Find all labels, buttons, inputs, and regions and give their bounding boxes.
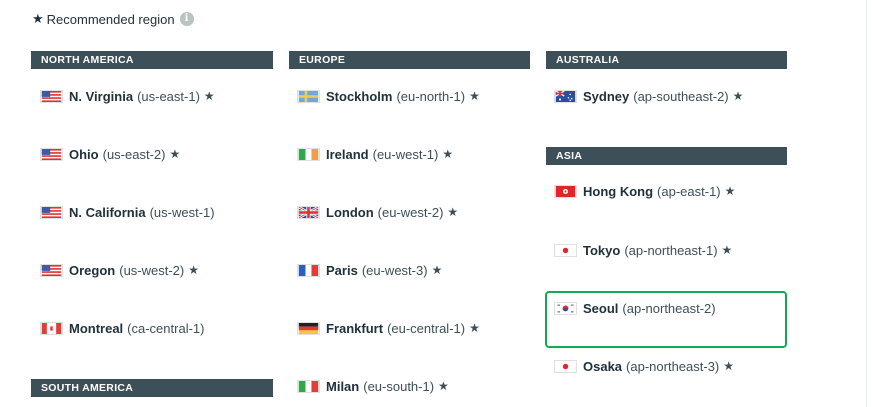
section-header-asia: ASIA [546,147,787,165]
region-name: N. California [69,204,146,220]
region-code: (ap-northeast-1) [624,242,718,258]
section-header-south-america: SOUTH AMERICA [31,379,273,397]
section-header-north-america: NORTH AMERICA [31,51,273,69]
region-name: Ohio [69,146,99,162]
region-option-ireland[interactable]: Ireland (eu-west-1) ★ [297,144,453,164]
recommended-star-icon: ★ [203,89,215,103]
us-flag-icon [40,89,63,103]
region-option-milan[interactable]: Milan (eu-south-1) ★ [297,376,449,396]
us-flag-icon [40,263,63,277]
panel-border [866,0,867,407]
region-option-oregon[interactable]: Oregon (us-west-2) ★ [40,260,199,280]
us-flag-icon [40,147,63,161]
region-option-n-california[interactable]: N. California (us-west-1) [40,202,215,222]
region-name: Hong Kong [583,183,654,199]
italy-flag-icon [297,379,320,393]
section-header-europe: EUROPE [289,51,530,69]
region-code: (eu-south-1) [363,378,435,394]
region-name: Oregon [69,262,116,278]
recommended-star-icon: ★ [732,89,744,103]
sweden-flag-icon [297,89,320,103]
region-name: Stockholm [326,88,393,104]
region-code: (ap-southeast-2) [633,88,729,104]
hong-kong-flag-icon [554,184,577,198]
info-icon[interactable]: i [179,12,194,26]
region-name: Milan [326,378,360,394]
recommended-star-icon: ★ [442,147,454,161]
uk-flag-icon [297,205,320,219]
region-option-paris[interactable]: Paris (eu-west-3) ★ [297,260,442,280]
region-code: (us-west-2) [119,262,185,278]
region-code: (eu-central-1) [387,320,466,336]
region-code: (ap-northeast-2) [622,300,716,316]
region-option-montreal[interactable]: Montreal (ca-central-1) [40,318,204,338]
australia-flag-icon [554,89,577,103]
region-code: (us-west-1) [149,204,215,220]
japan-flag-icon [554,243,577,257]
recommended-star-icon: ★ [188,263,200,277]
region-name: Sydney [583,88,630,104]
france-flag-icon [297,263,320,277]
region-code: (ap-east-1) [657,183,721,199]
us-flag-icon [40,205,63,219]
canada-flag-icon [40,321,63,335]
region-option-sydney[interactable]: Sydney (ap-southeast-2) ★ [554,86,743,106]
recommended-legend: ★ Recommended region i [32,11,194,27]
recommended-star-icon: ★ [438,379,449,393]
recommended-star-icon: ★ [169,147,181,161]
region-option-london[interactable]: London (eu-west-2) ★ [297,202,458,222]
ireland-flag-icon [297,147,320,161]
region-name: Osaka [583,358,623,374]
region-option-osaka[interactable]: Osaka (ap-northeast-3) ★ [554,356,734,376]
region-option-seoul[interactable]: Seoul (ap-northeast-2) [554,298,716,318]
region-code: (ap-northeast-3) [626,358,720,374]
region-code: (us-east-1) [137,88,200,104]
japan-flag-icon [554,359,577,373]
region-option-ohio[interactable]: Ohio (us-east-2) ★ [40,144,180,164]
region-name: Montreal [69,320,124,336]
section-header-australia: AUSTRALIA [546,51,787,69]
recommended-star-icon: ★ [723,359,735,373]
recommended-star-icon: ★ [724,184,736,198]
region-name: Seoul [583,300,619,316]
region-name: Frankfurt [326,320,384,336]
region-code: (eu-west-2) [377,204,444,220]
region-name: London [326,204,374,220]
region-code: (eu-west-3) [361,262,428,278]
star-icon: ★ [32,11,44,26]
legend-label: Recommended region [46,11,175,27]
region-code: (us-east-2) [102,146,166,162]
region-name: Ireland [326,146,369,162]
region-option-tokyo[interactable]: Tokyo (ap-northeast-1) ★ [554,240,732,260]
region-code: (ca-central-1) [127,320,205,336]
recommended-star-icon: ★ [469,89,480,103]
recommended-star-icon: ★ [469,321,480,335]
south-korea-flag-icon [554,301,577,315]
recommended-star-icon: ★ [431,263,443,277]
region-option-hong-kong[interactable]: Hong Kong (ap-east-1) ★ [554,181,735,201]
region-name: N. Virginia [69,88,134,104]
region-name: Paris [326,262,358,278]
region-option-stockholm[interactable]: Stockholm (eu-north-1) ★ [297,86,480,106]
region-option-frankfurt[interactable]: Frankfurt (eu-central-1) ★ [297,318,480,338]
region-code: (eu-north-1) [396,88,466,104]
region-code: (eu-west-1) [372,146,439,162]
germany-flag-icon [297,321,320,335]
recommended-star-icon: ★ [447,205,459,219]
region-name: Tokyo [583,242,621,258]
recommended-star-icon: ★ [721,243,733,257]
region-option-n-virginia[interactable]: N. Virginia (us-east-1) ★ [40,86,215,106]
